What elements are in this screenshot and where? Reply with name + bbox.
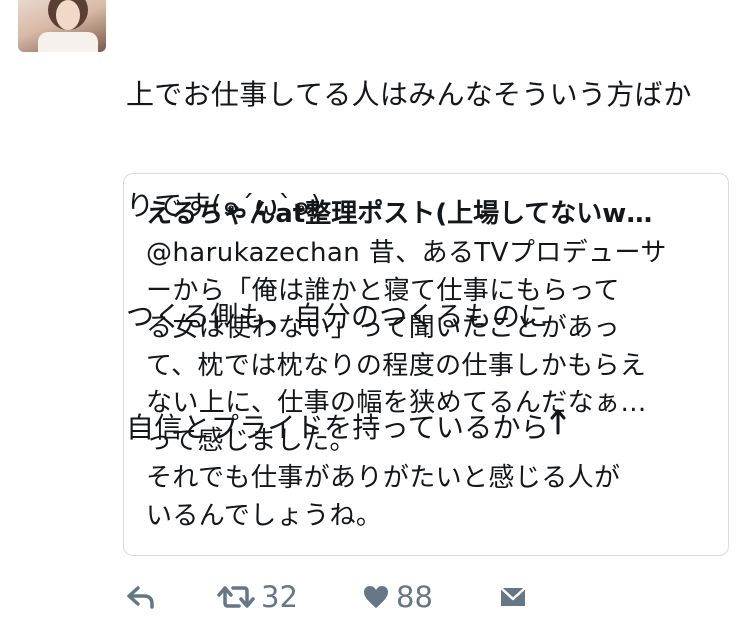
direct-message-button[interactable] <box>498 577 528 617</box>
quoted-tweet-line: て、枕では枕なりの程度の仕事しかもらえ <box>146 350 647 381</box>
quoted-tweet-line: いるんでしょうね。 <box>146 500 383 531</box>
retweet-button[interactable]: 32 <box>217 577 298 617</box>
user-avatar[interactable] <box>18 0 106 52</box>
like-button[interactable]: 88 <box>362 577 433 617</box>
retweet-count: 32 <box>261 580 298 614</box>
avatar-face <box>56 0 80 30</box>
quoted-tweet-line: る女は使わない」って聞いたことがあっ <box>146 313 620 343</box>
quoted-tweet-line: ない上に、仕事の幅を狭めてるんだなぁ… <box>146 388 647 418</box>
tweet-text-line: 上でお仕事してる人はみんなそういう方ばか <box>126 78 692 111</box>
envelope-icon <box>498 584 528 610</box>
tweet-actions: 32 88 <box>122 577 542 617</box>
quoted-tweet-line: ーから「俺は誰かと寝て仕事にもらって <box>146 275 620 306</box>
quoted-tweet-line: @harukazechan 昔、あるTVプロデューサ <box>146 238 667 268</box>
quoted-tweet-body: @harukazechan 昔、あるTVプロデューサ ーから「俺は誰かと寝て仕事… <box>146 235 716 535</box>
quoted-tweet-line: それでも仕事がありがたいと感じる人が <box>146 463 621 493</box>
quoted-tweet-card[interactable]: えるちゃんat整理ポスト(上場してないw… @harukazechan 昔、ある… <box>123 173 729 556</box>
heart-icon <box>362 584 390 610</box>
retweet-icon <box>217 583 255 611</box>
like-count: 88 <box>396 580 433 614</box>
reply-icon <box>126 584 156 610</box>
avatar-collar <box>38 32 98 52</box>
quoted-tweet-line: って感じました。 <box>146 425 356 456</box>
quoted-tweet-author[interactable]: えるちゃんat整理ポスト(上場してないw… <box>146 197 708 231</box>
reply-button[interactable] <box>126 577 156 617</box>
